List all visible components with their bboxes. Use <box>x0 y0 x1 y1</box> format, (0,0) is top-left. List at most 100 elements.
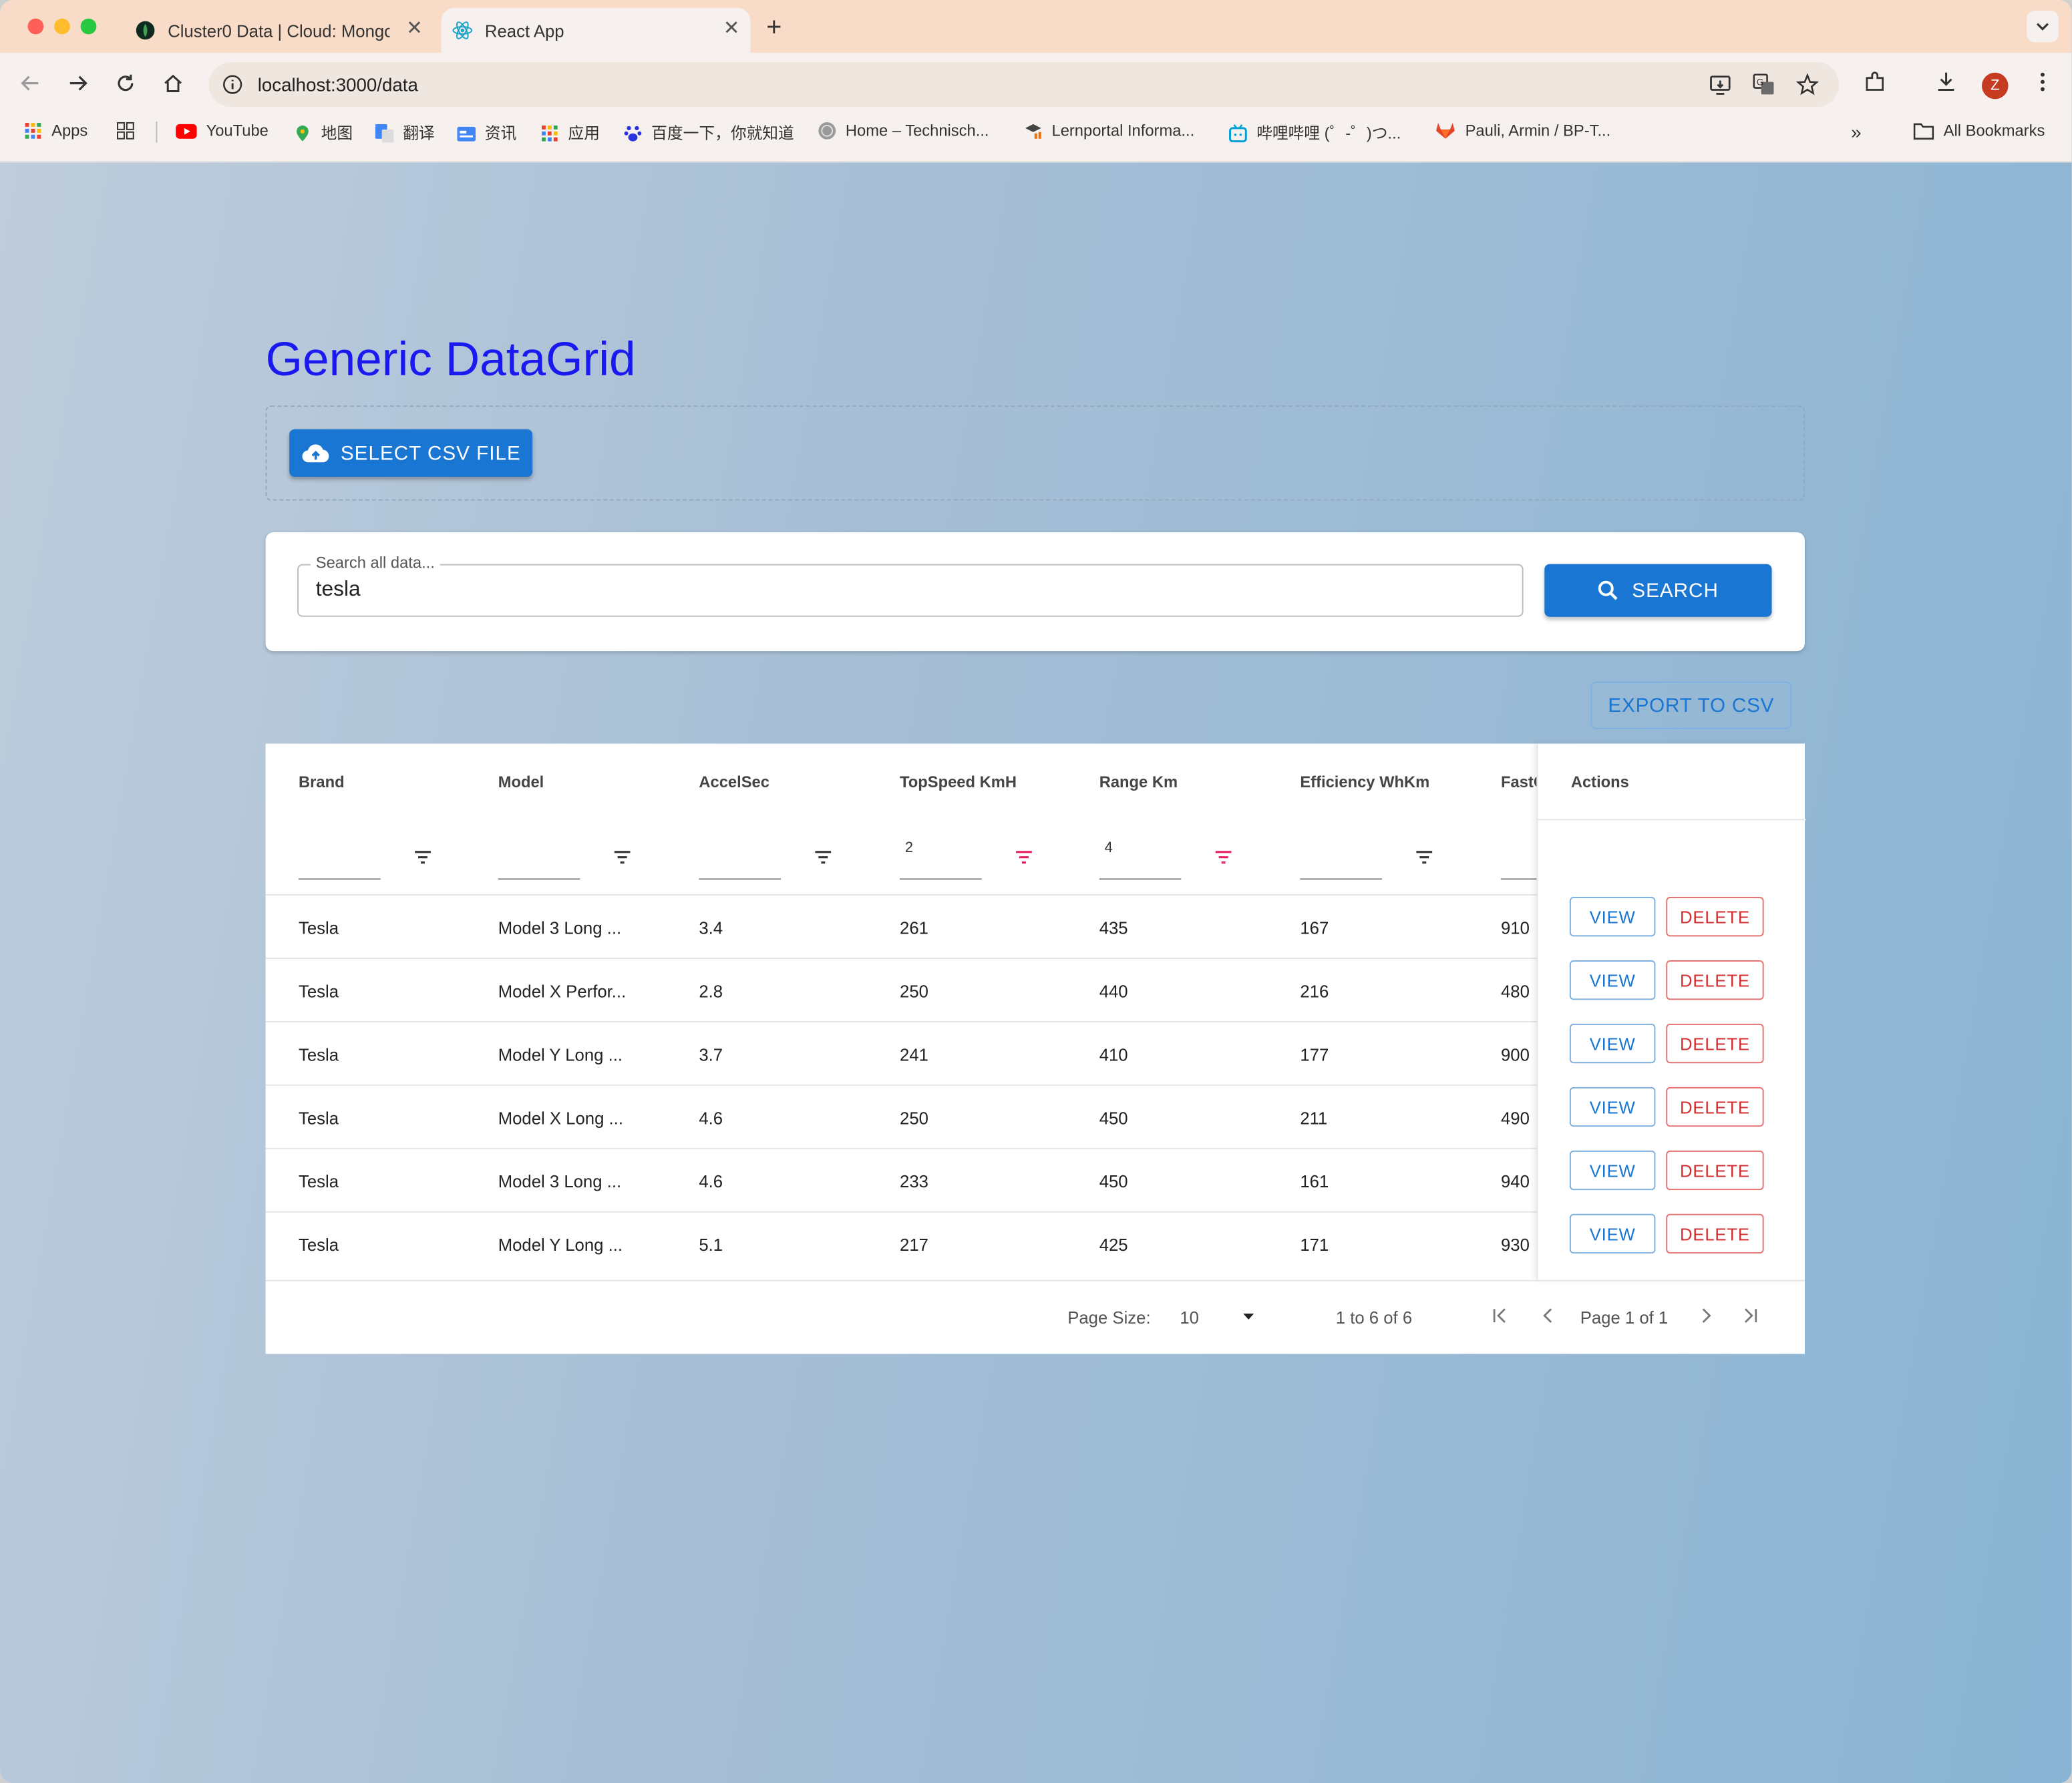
minimize-window-button[interactable] <box>54 18 70 35</box>
bookmark-maps[interactable]: 地图 <box>293 122 353 144</box>
filter-value[interactable]: 2 <box>905 840 913 856</box>
cell-range: 450 <box>1099 1171 1128 1192</box>
actions-column: Actions VIEW DELETE VIEW DELETE VIEW DEL… <box>1536 743 1806 1280</box>
reload-button[interactable] <box>111 69 140 98</box>
active-filter-icon[interactable] <box>1015 849 1033 865</box>
bookmark-translate[interactable]: 翻译 <box>375 122 435 144</box>
cloud-upload-icon <box>302 444 329 463</box>
close-tab-icon[interactable]: ✕ <box>723 16 740 40</box>
last-page-button[interactable] <box>1741 1306 1760 1329</box>
bookmark-news[interactable]: 资讯 <box>457 122 516 144</box>
column-header-efficiency[interactable]: Efficiency WhKm <box>1300 773 1429 791</box>
tab-react-app[interactable]: React App ✕ <box>441 7 751 53</box>
active-filter-icon[interactable] <box>1214 849 1233 865</box>
bookmark-star-icon[interactable] <box>1795 73 1820 103</box>
column-header-model[interactable]: Model <box>498 773 544 791</box>
tab-mongodb[interactable]: Cluster0 Data | Cloud: MongoDB ✕ <box>122 8 434 53</box>
filter-icon[interactable] <box>814 849 832 865</box>
filter-value[interactable]: 4 <box>1105 840 1113 856</box>
close-tab-icon[interactable]: ✕ <box>406 16 423 40</box>
translate-icon[interactable]: G <box>1752 73 1776 103</box>
bookmark-bilibili[interactable]: 哔哩哔哩 (゜-゜)つ... <box>1229 122 1401 144</box>
page-indicator: Page 1 of 1 <box>1580 1308 1669 1328</box>
close-window-button[interactable] <box>27 18 44 35</box>
address-bar[interactable]: localhost:3000/data G <box>208 61 1840 108</box>
forward-button[interactable] <box>63 69 93 98</box>
page-size-select[interactable]: 10 <box>1180 1308 1256 1328</box>
view-button[interactable]: VIEW <box>1569 1086 1656 1127</box>
cell-fastcharge: 490 <box>1501 1108 1530 1129</box>
export-csv-button[interactable]: EXPORT TO CSV <box>1590 681 1792 729</box>
delete-button[interactable]: DELETE <box>1666 960 1764 1000</box>
search-button[interactable]: SEARCH <box>1544 564 1772 617</box>
efficiency-filter[interactable] <box>1270 820 1465 894</box>
accelsec-filter[interactable] <box>669 820 864 894</box>
delete-button[interactable]: DELETE <box>1666 1213 1764 1254</box>
column-header-range[interactable]: Range Km <box>1099 773 1178 791</box>
back-button[interactable] <box>16 69 45 98</box>
select-csv-button[interactable]: SELECT CSV FILE <box>289 429 533 477</box>
bookmark-gitlab[interactable]: Pauli, Armin / BP-T... <box>1435 122 1610 140</box>
tab-search-button[interactable] <box>2027 10 2059 43</box>
bookmark-technisch[interactable]: Home – Technisch... <box>818 122 989 140</box>
next-page-button[interactable] <box>1697 1306 1715 1329</box>
column-header-fastcharge[interactable]: FastC <box>1501 773 1536 791</box>
delete-button[interactable]: DELETE <box>1666 1023 1764 1064</box>
csv-upload-zone[interactable]: SELECT CSV FILE <box>265 405 1805 501</box>
fastcharge-filter[interactable] <box>1471 820 1537 894</box>
tab-groups-button[interactable] <box>116 122 144 140</box>
profile-avatar[interactable]: Z <box>1982 72 2009 100</box>
view-button[interactable]: VIEW <box>1569 1213 1656 1254</box>
home-button[interactable] <box>158 69 188 98</box>
filter-icon[interactable] <box>1415 849 1433 865</box>
cell-model: Model X Perfor... <box>498 981 627 1002</box>
page-size-value: 10 <box>1180 1308 1199 1328</box>
cell-fastcharge: 900 <box>1501 1044 1530 1065</box>
previous-page-button[interactable] <box>1539 1306 1558 1329</box>
download-icon[interactable] <box>1934 70 1958 100</box>
site-info-icon[interactable] <box>222 74 243 102</box>
bookmark-youtube[interactable]: YouTube <box>176 122 269 140</box>
url-text[interactable]: localhost:3000/data <box>258 74 418 95</box>
column-header-accelsec[interactable]: AccelSec <box>699 773 769 791</box>
delete-button[interactable]: DELETE <box>1666 1150 1764 1191</box>
bookmark-apps-cn[interactable]: 应用 <box>540 122 600 144</box>
browser-toolbar: localhost:3000/data G <box>0 53 2072 114</box>
search-input[interactable]: Search all data... tesla <box>297 553 1524 617</box>
bookmark-lernportal[interactable]: Lernportal Informa... <box>1024 122 1194 140</box>
cell-range: 425 <box>1099 1235 1128 1255</box>
view-button[interactable]: VIEW <box>1569 960 1656 1000</box>
zoom-window-button[interactable] <box>80 18 97 35</box>
model-filter[interactable] <box>468 820 663 894</box>
view-button[interactable]: VIEW <box>1569 1150 1656 1191</box>
new-tab-button[interactable]: + <box>766 13 782 43</box>
view-button[interactable]: VIEW <box>1569 1023 1656 1064</box>
install-app-icon[interactable] <box>1709 73 1733 103</box>
more-bookmarks-chevron-icon[interactable]: » <box>1851 122 1861 143</box>
first-page-button[interactable] <box>1490 1306 1509 1329</box>
pagination-footer: Page Size: 10 1 to 6 of 6 Page 1 of 1 <box>265 1279 1805 1354</box>
cell-efficiency: 167 <box>1300 918 1329 938</box>
cell-model: Model Y Long ... <box>498 1235 623 1255</box>
filter-icon[interactable] <box>613 849 632 865</box>
cell-accelsec: 5.1 <box>699 1235 723 1255</box>
delete-button[interactable]: DELETE <box>1666 897 1764 937</box>
search-value[interactable]: tesla <box>316 578 361 602</box>
column-header-brand[interactable]: Brand <box>299 773 345 791</box>
apps-grid-icon <box>541 124 558 141</box>
topspeed-filter[interactable]: 2 <box>870 820 1065 894</box>
bookmark-apps[interactable]: Apps <box>24 122 88 140</box>
select-csv-label: SELECT CSV FILE <box>340 441 521 465</box>
bookmark-baidu[interactable]: 百度一下，你就知道 <box>624 122 794 144</box>
extensions-icon[interactable] <box>1863 70 1887 100</box>
filter-icon[interactable] <box>413 849 432 865</box>
baidu-paw-icon <box>624 125 642 141</box>
all-bookmarks-button[interactable]: All Bookmarks <box>1913 122 2045 140</box>
brand-filter[interactable] <box>269 820 464 894</box>
delete-button[interactable]: DELETE <box>1666 1086 1764 1127</box>
range-filter[interactable]: 4 <box>1069 820 1264 894</box>
more-menu-icon[interactable] <box>2031 70 2055 100</box>
column-header-topspeed[interactable]: TopSpeed KmH <box>900 773 1017 791</box>
column-header-actions: Actions <box>1570 773 1629 791</box>
view-button[interactable]: VIEW <box>1569 897 1656 937</box>
